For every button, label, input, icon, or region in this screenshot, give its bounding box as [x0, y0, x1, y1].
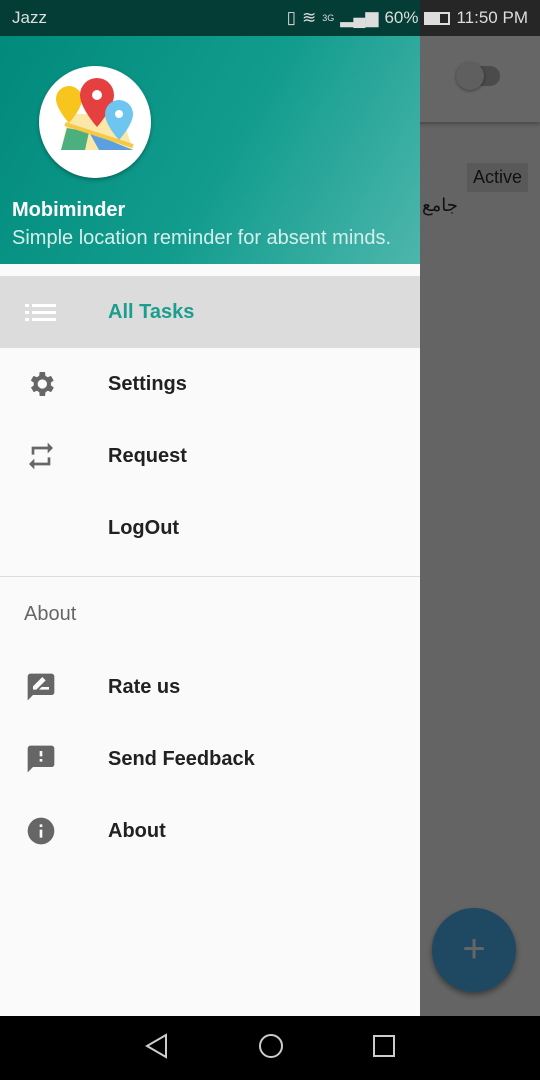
section-title-about: About: [24, 603, 77, 625]
wifi-icon: ≋: [301, 8, 317, 27]
status-badge: Active: [466, 163, 528, 192]
battery-percent: 60%: [384, 8, 419, 27]
gear-icon: [0, 368, 108, 400]
menu-item-label: Rate us: [108, 675, 181, 698]
back-icon[interactable]: [144, 1032, 170, 1064]
system-nav-bar: [0, 1016, 540, 1080]
vibrate-icon: ▯: [286, 8, 296, 27]
menu-item-label: Send Feedback: [108, 747, 255, 770]
menu-item-rate-us[interactable]: Rate us: [0, 651, 420, 723]
menu-item-all-tasks[interactable]: All Tasks: [0, 276, 420, 348]
status-bar: Jazz ▯ ≋ 3G ▂▄▆ 60% 11:50 PM: [0, 0, 540, 36]
feedback-icon: [0, 743, 108, 775]
menu-item-label: Request: [108, 444, 187, 467]
menu-item-about[interactable]: About: [0, 795, 420, 867]
app-logo: [39, 66, 151, 178]
drawer-header: Mobiminder Simple location reminder for …: [0, 0, 420, 264]
menu-item-label: LogOut: [108, 516, 180, 539]
menu-item-label: About: [108, 819, 166, 842]
signal-icon: ▂▄▆: [340, 8, 379, 27]
menu-item-send-feedback[interactable]: Send Feedback: [0, 723, 420, 795]
app-name: Mobiminder: [12, 199, 126, 221]
navigation-drawer: Mobiminder Simple location reminder for …: [0, 0, 420, 1016]
swap-icon: [0, 440, 108, 472]
menu-item-settings[interactable]: Settings: [0, 348, 420, 420]
carrier: Jazz: [12, 8, 47, 27]
rate-icon: [0, 671, 108, 703]
list-icon: [0, 302, 108, 322]
recents-icon[interactable]: [372, 1034, 396, 1063]
menu-item-logout[interactable]: LogOut: [0, 492, 420, 564]
network-type: 3G: [322, 13, 335, 23]
menu-item-label: Settings: [108, 372, 187, 395]
menu-item-label: All Tasks: [108, 300, 195, 323]
app-tagline: Simple location reminder for absent mind…: [12, 227, 392, 249]
task-title: جامع: [422, 195, 458, 216]
home-icon[interactable]: [258, 1033, 284, 1064]
menu-item-request[interactable]: Request: [0, 420, 420, 492]
battery-icon: [424, 11, 451, 25]
clock: 11:50 PM: [456, 8, 528, 27]
info-icon: [0, 815, 108, 847]
